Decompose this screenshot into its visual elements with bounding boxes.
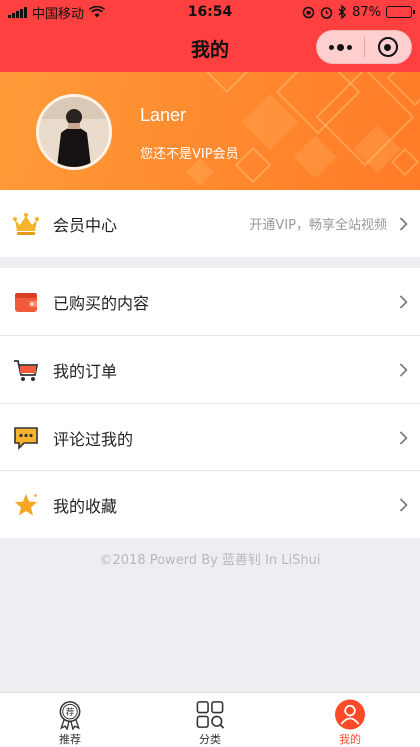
- vip-promo-text: 开通VIP，畅享全站视频: [249, 218, 387, 233]
- battery-icon: [386, 6, 415, 18]
- close-miniprogram-button[interactable]: [365, 31, 412, 63]
- wallet-icon: [15, 292, 37, 312]
- svg-text:荐: 荐: [66, 707, 75, 718]
- username: Laner: [140, 105, 187, 125]
- chevron-right-icon: [399, 294, 408, 309]
- menu-item-comments[interactable]: 评论过我的: [0, 404, 420, 471]
- tab-mine[interactable]: 我的: [280, 693, 420, 747]
- menu-item-label: 我的订单: [53, 361, 118, 381]
- star-icon: [15, 493, 37, 515]
- tab-bar: 荐 推荐 分类 我的: [0, 692, 420, 747]
- wifi-icon: [89, 6, 105, 18]
- tab-label: 推荐: [59, 733, 81, 746]
- menu-item-favorites[interactable]: 我的收藏: [0, 471, 420, 538]
- page-title: 我的: [190, 38, 229, 61]
- profile-header: Laner 您还不是VIP会员: [0, 72, 420, 190]
- tab-recommend[interactable]: 荐 推荐: [0, 693, 140, 747]
- chevron-right-icon: [399, 497, 408, 512]
- avatar[interactable]: [36, 94, 112, 170]
- bluetooth-icon: [338, 5, 347, 19]
- signal-icon: [8, 6, 27, 18]
- more-button[interactable]: [317, 31, 364, 63]
- alarm-icon: [320, 6, 333, 19]
- more-dots-icon: [328, 43, 352, 51]
- crown-icon: [13, 212, 39, 235]
- menu-item-label: 评论过我的: [53, 429, 134, 449]
- chevron-right-icon: [399, 430, 408, 445]
- menu-item-label: 已购买的内容: [53, 293, 150, 313]
- recommend-badge-icon: 荐: [59, 701, 81, 730]
- copyright-footer: ©2018 Powerd By 蓝善钊 In LiShui: [99, 553, 321, 568]
- cart-icon: [14, 359, 39, 381]
- vip-center-row[interactable]: 会员中心 开通VIP，畅享全站视频: [0, 190, 420, 257]
- comment-icon: [14, 426, 38, 450]
- menu-item-label: 我的收藏: [53, 496, 118, 516]
- tab-label: 我的: [339, 733, 361, 746]
- avatar-photo: [39, 97, 109, 167]
- chevron-right-icon: [399, 362, 408, 377]
- vip-center-label: 会员中心: [53, 215, 118, 235]
- tab-category[interactable]: 分类: [140, 693, 280, 747]
- battery-percent: 87%: [352, 4, 381, 20]
- category-grid-icon: [196, 701, 225, 729]
- miniprogram-capsule: [316, 30, 412, 64]
- vip-status: 您还不是VIP会员: [140, 147, 239, 162]
- target-icon: [377, 37, 398, 57]
- carrier-name: 中国移动: [32, 6, 85, 22]
- chevron-right-icon: [399, 216, 408, 231]
- tab-label: 分类: [199, 733, 221, 746]
- user-icon: [334, 699, 366, 730]
- nav-bar: 我的: [0, 24, 420, 72]
- menu-item-orders[interactable]: 我的订单: [0, 336, 420, 403]
- rotation-lock-icon: [302, 6, 315, 18]
- status-bar: 中国移动 16:54 87%: [0, 0, 420, 24]
- menu-item-purchased[interactable]: 已购买的内容: [0, 268, 420, 335]
